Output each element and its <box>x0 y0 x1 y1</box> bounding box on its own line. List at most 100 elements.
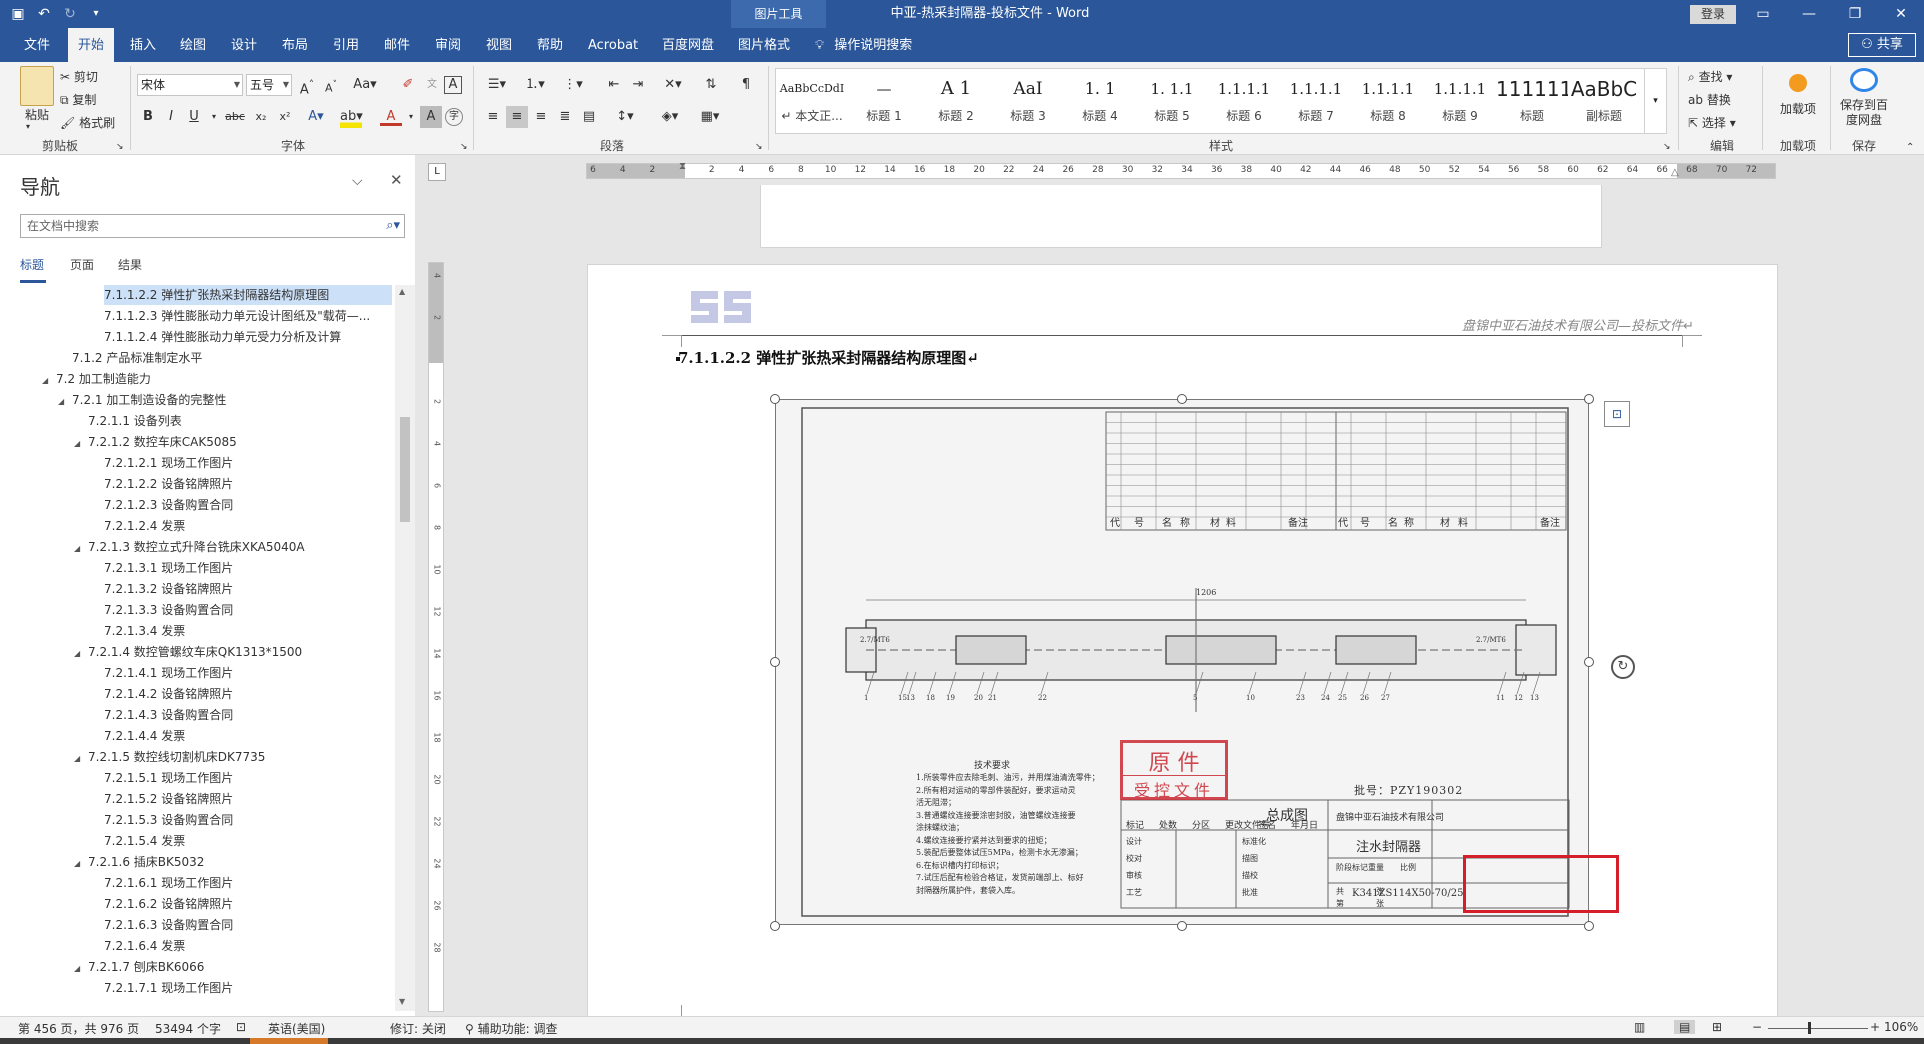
vertical-ruler[interactable]: 4 2 2 4 6 8 10 12 14 16 18 20 22 24 26 28 <box>428 262 444 1012</box>
nav-heading-item[interactable]: 7.2.1.5.4 发票 <box>104 831 185 851</box>
ribbon-display-icon[interactable]: ▭ <box>1740 0 1786 28</box>
resize-handle-ne[interactable] <box>1584 394 1594 404</box>
tab-review[interactable]: 审阅 <box>425 28 471 62</box>
nav-heading-item[interactable]: 7.2.1.7.1 现场工作图片 <box>104 978 233 998</box>
tell-me-search[interactable]: 💡︎ 操作说明搜索 <box>815 28 912 62</box>
numbering-icon[interactable]: ⒈▾ <box>520 74 550 96</box>
undo-icon[interactable]: ↶ <box>34 4 54 24</box>
read-mode-icon[interactable]: ▥ <box>1634 1020 1645 1034</box>
nav-search-input[interactable]: 在文档中搜索 ⌕▾ <box>20 214 405 238</box>
chevron-down-icon[interactable]: ⌵ <box>352 173 363 189</box>
close-icon[interactable]: ✕ <box>390 171 403 189</box>
language[interactable]: 英语(美国) <box>268 1020 325 1037</box>
nav-heading-item[interactable]: 7.1.1.2.2 弹性扩张热采封隔器结构原理图 <box>104 285 392 305</box>
nav-heading-item[interactable]: 7.2.1.5.2 设备铭牌照片 <box>104 789 233 809</box>
nav-heading-item[interactable]: ◢ 7.2.1.6 插床BK5032 <box>74 852 204 872</box>
nav-heading-item[interactable]: 7.1.1.2.4 弹性膨胀动力单元受力分析及计算 <box>104 327 341 347</box>
page-count[interactable]: 第 456 页，共 976 页 <box>18 1020 139 1037</box>
accessibility-status[interactable]: ⚲ 辅助功能: 调查 <box>465 1020 557 1037</box>
font-color-icon[interactable]: A <box>380 106 402 126</box>
expand-triangle-icon[interactable]: ◢ <box>74 434 88 452</box>
strikethrough-icon[interactable]: abc <box>222 106 248 128</box>
enclose-characters-icon[interactable]: 字 <box>445 108 463 126</box>
tab-view[interactable]: 视图 <box>476 28 522 62</box>
style-item[interactable]: 1.1.1.1 标题 9 <box>1424 69 1496 133</box>
clear-formatting-icon[interactable]: ✐ <box>397 74 419 96</box>
nav-heading-item[interactable]: 7.2.1.2.2 设备铭牌照片 <box>104 474 233 494</box>
section-heading[interactable]: 7.1.1.2.2 弹性扩张热采封隔器结构原理图↵ <box>678 347 979 368</box>
close-icon[interactable]: ✕ <box>1878 0 1924 28</box>
nav-heading-item[interactable]: ◢ 7.2.1.2 数控车床CAK5085 <box>74 432 237 452</box>
restore-icon[interactable]: ❐ <box>1832 0 1878 28</box>
style-item[interactable]: AaI 标题 3 <box>992 69 1064 133</box>
word-count[interactable]: 53494 个字 <box>155 1020 221 1037</box>
highlight-icon[interactable]: ab▾ <box>340 106 363 128</box>
resize-handle-e[interactable] <box>1584 657 1594 667</box>
addins-icon[interactable] <box>1789 74 1807 92</box>
font-color-dropdown-icon[interactable]: ▾ <box>400 106 422 128</box>
character-shading-icon[interactable]: A <box>420 106 442 128</box>
tab-mailings[interactable]: 邮件 <box>374 28 420 62</box>
text-effects-icon[interactable]: A▾ <box>305 106 327 128</box>
cloud-icon[interactable] <box>1850 68 1878 92</box>
tab-home[interactable]: 开始 <box>68 28 115 62</box>
styles-more-icon[interactable]: ▾ <box>1644 69 1666 133</box>
resize-handle-n[interactable] <box>1177 394 1187 404</box>
nav-heading-item[interactable]: ◢ 7.2.1.4 数控管螺纹车床QK1313*1500 <box>74 642 302 662</box>
nav-heading-item[interactable]: 7.2.1.4.1 现场工作图片 <box>104 663 233 683</box>
line-spacing-icon[interactable]: ↕▾ <box>610 106 640 128</box>
tab-draw[interactable]: 绘图 <box>170 28 216 62</box>
style-item[interactable]: AaBbCcDdI ↵ 本文正... <box>776 69 848 133</box>
align-center-icon[interactable]: ≡ <box>506 106 528 128</box>
style-item[interactable]: 1.1.1.1 标题 7 <box>1280 69 1352 133</box>
addins-button[interactable]: 加载项 <box>1770 102 1826 117</box>
tab-acrobat[interactable]: Acrobat <box>578 28 648 62</box>
nav-heading-item[interactable]: 7.2.1.5.1 现场工作图片 <box>104 768 233 788</box>
web-layout-icon[interactable]: ⊞ <box>1712 1020 1722 1034</box>
paste-button[interactable]: 粘贴 <box>20 106 54 123</box>
multilevel-list-icon[interactable]: ⋮▾ <box>558 74 588 96</box>
share-button[interactable]: ⚇ 共享 <box>1848 33 1916 57</box>
align-left-icon[interactable]: ≡ <box>482 106 504 128</box>
minimize-icon[interactable]: — <box>1786 0 1832 28</box>
italic-icon[interactable]: I <box>160 106 182 128</box>
search-icon[interactable]: ⌕▾ <box>386 215 400 237</box>
styles-gallery[interactable]: AaBbCcDdI ↵ 本文正... — 标题 1 A 1 标题 2 AaI 标题 3 … <box>775 68 1667 134</box>
zoom-slider-thumb[interactable] <box>1808 1022 1811 1034</box>
tab-design[interactable]: 设计 <box>221 28 267 62</box>
resize-handle-nw[interactable] <box>770 394 780 404</box>
save-icon[interactable]: ▣ <box>8 4 28 24</box>
font-size-combo[interactable]: 五号 ▼ <box>246 74 292 96</box>
nav-heading-item[interactable]: 7.2.1.5.3 设备购置合同 <box>104 810 233 830</box>
find-button[interactable]: ⌕ 查找 ▾ <box>1688 68 1732 85</box>
bold-icon[interactable]: B <box>137 106 159 128</box>
paste-icon[interactable] <box>20 66 54 106</box>
font-name-combo[interactable]: 宋体 ▼ <box>137 74 243 96</box>
shrink-font-icon[interactable]: A˅ <box>320 74 342 96</box>
expand-triangle-icon[interactable]: ◢ <box>58 392 72 410</box>
chevron-down-icon[interactable]: ▼ <box>283 75 289 95</box>
resize-handle-se[interactable] <box>1584 921 1594 931</box>
nav-heading-item[interactable]: 7.2.1.2.1 现场工作图片 <box>104 453 233 473</box>
resize-handle-sw[interactable] <box>770 921 780 931</box>
dialog-launcher-icon[interactable]: ↘ <box>116 142 124 152</box>
show-marks-icon[interactable]: ¶ <box>735 74 757 96</box>
right-indent-marker-icon[interactable]: △ <box>1671 167 1679 178</box>
zoom-slider[interactable] <box>1768 1028 1868 1029</box>
dialog-launcher-icon[interactable]: ↘ <box>755 142 763 152</box>
style-item[interactable]: 1.1.1.1 标题 6 <box>1208 69 1280 133</box>
dialog-launcher-icon[interactable]: ↘ <box>1663 142 1671 152</box>
resize-handle-s[interactable] <box>1177 921 1187 931</box>
nav-heading-item[interactable]: 7.1.2 产品标准制定水平 <box>72 348 202 368</box>
scroll-down-icon[interactable]: ▼ <box>399 997 405 1006</box>
expand-triangle-icon[interactable]: ◢ <box>74 644 88 662</box>
previous-page[interactable] <box>760 185 1602 248</box>
nav-heading-item[interactable]: 7.1.1.2.3 弹性膨胀动力单元设计图纸及"载荷—... <box>104 306 370 326</box>
character-border-icon[interactable]: A <box>444 76 462 94</box>
tab-references[interactable]: 引用 <box>323 28 369 62</box>
increase-indent-icon[interactable]: ⇥ <box>627 74 649 96</box>
expand-triangle-icon[interactable]: ◢ <box>42 371 56 389</box>
style-item[interactable]: AaBbC 副标题 <box>1568 69 1640 133</box>
nav-heading-item[interactable]: ◢ 7.2.1 加工制造设备的完整性 <box>58 390 226 410</box>
nav-heading-item[interactable]: 7.2.1.6.2 设备铭牌照片 <box>104 894 233 914</box>
